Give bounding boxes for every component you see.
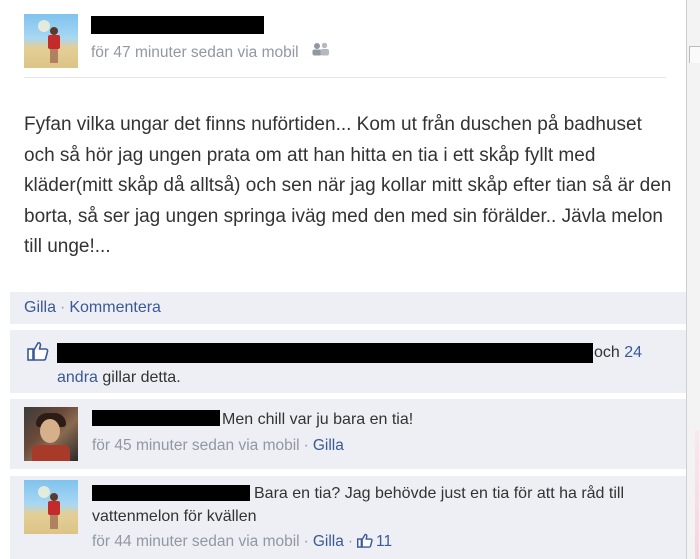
thumbs-up-icon — [357, 533, 373, 553]
comment-like-number: 11 — [376, 533, 393, 550]
comment-meta: för 44 minuter sedan via mobil · Gilla · 11 — [92, 533, 392, 553]
comment-separator: · — [303, 437, 309, 454]
commenter-avatar[interactable] — [24, 407, 78, 461]
thumbs-up-icon — [27, 341, 49, 361]
redacted-liker-names — [57, 343, 593, 363]
comment-like-count[interactable]: 11 — [357, 533, 392, 550]
comment-timestamp[interactable]: för 44 minuter sedan via mobil — [92, 533, 300, 550]
likes-count-line2: andra gillar detta. — [57, 369, 181, 387]
action-separator: · — [60, 299, 66, 316]
like-link[interactable]: Gilla — [24, 299, 56, 316]
comment-meta: för 45 minuter sedan via mobil · Gilla — [92, 437, 344, 455]
likes-count-line1: och 24 — [594, 344, 642, 362]
post-message: Fyfan vilka ungar det finns nuförtiden..… — [24, 110, 676, 263]
friends-icon[interactable] — [311, 42, 331, 59]
post-timestamp[interactable]: för 47 minuter sedan via mobil — [91, 44, 299, 61]
comment-separator: · — [347, 533, 353, 550]
comment-item: Men chill var ju bara en tia! för 45 min… — [10, 399, 686, 469]
edge-accent — [695, 430, 699, 559]
post-text: Fyfan vilka ungar det finns nuförtiden..… — [24, 114, 672, 257]
redacted-author-name — [91, 16, 264, 34]
author-avatar[interactable] — [24, 14, 78, 68]
likes-and: och — [594, 344, 620, 361]
header-divider — [24, 77, 666, 78]
commenter-avatar[interactable] — [24, 480, 78, 534]
status-post: för 47 minuter sedan via mobil Fyfan vil… — [0, 0, 686, 559]
likes-others-label[interactable]: andra — [57, 369, 98, 386]
scroll-handle[interactable] — [689, 46, 700, 63]
post-meta: för 47 minuter sedan via mobil — [91, 42, 331, 62]
comment-like-link[interactable]: Gilla — [313, 437, 344, 454]
redacted-commenter-name — [92, 410, 220, 426]
comment-link[interactable]: Kommentera — [69, 299, 161, 316]
likes-others-count[interactable]: 24 — [624, 344, 642, 361]
comment-item: Bara en tia? Jag behövde just en tia för… — [10, 476, 686, 559]
likes-tail: gillar detta. — [102, 369, 181, 386]
comment-like-link[interactable]: Gilla — [313, 533, 344, 550]
comment-separator: · — [303, 533, 309, 550]
likes-summary: och 24 andra gillar detta. — [10, 330, 686, 393]
comment-text: Bara en tia? Jag behövde just en tia för… — [92, 485, 625, 525]
window-edge — [686, 0, 700, 559]
comment-timestamp[interactable]: för 45 minuter sedan via mobil — [92, 437, 300, 454]
post-actions-bar: Gilla · Kommentera — [10, 292, 686, 324]
comment-text: Men chill var ju bara en tia! — [222, 411, 414, 428]
